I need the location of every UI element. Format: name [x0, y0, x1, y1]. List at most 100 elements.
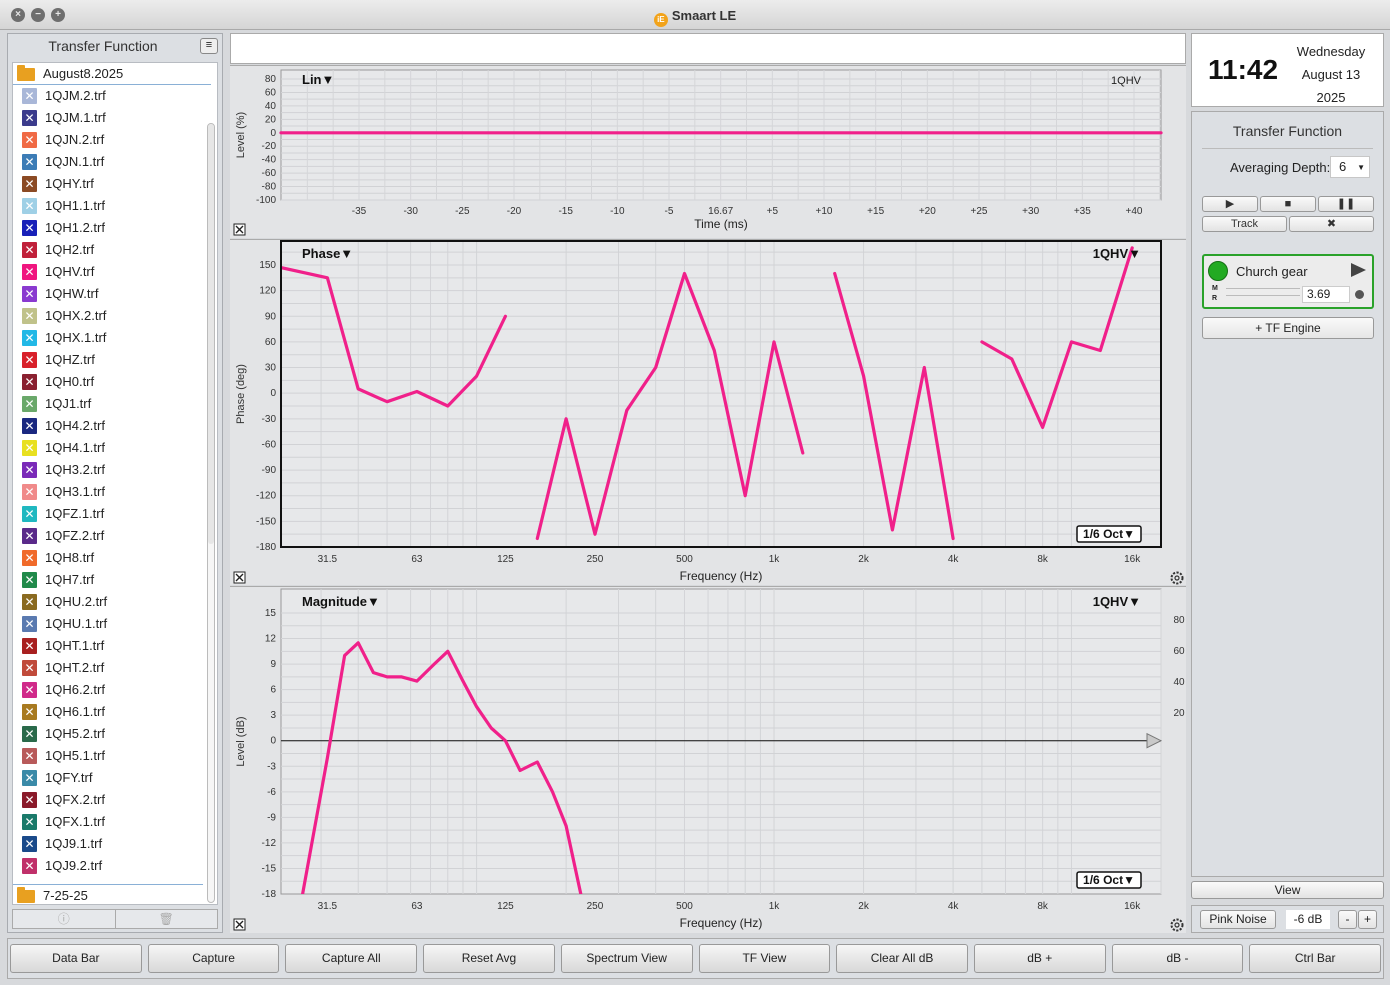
file-item[interactable]: ✕ 1QHW.trf	[13, 283, 217, 305]
trace-file-icon[interactable]: ✕	[22, 88, 37, 104]
command-button-db[interactable]: dB -	[1111, 944, 1244, 973]
command-button-clear-all-db[interactable]: Clear All dB	[836, 944, 968, 973]
trace-file-icon[interactable]: ✕	[22, 704, 37, 720]
averaging-depth-select[interactable]: 6 ▼	[1330, 156, 1370, 178]
file-item[interactable]: ✕ 1QH8.trf	[13, 547, 217, 569]
noise-minus-button[interactable]: -	[1338, 910, 1357, 929]
trace-file-icon[interactable]: ✕	[22, 682, 37, 698]
file-item[interactable]: ✕ 1QH7.trf	[13, 569, 217, 591]
trace-file-icon[interactable]: ✕	[22, 264, 37, 280]
file-item[interactable]: ✕ 1QH6.2.trf	[13, 679, 217, 701]
command-button-tf-view[interactable]: TF View	[698, 944, 831, 973]
file-item[interactable]: ✕ 1QHU.2.trf	[13, 591, 217, 613]
file-item[interactable]: ✕ 1QH5.1.trf	[13, 745, 217, 767]
measurement-engine[interactable]: Church gear M R 3.69	[1202, 254, 1374, 309]
impulse-response-plot[interactable]: 80 60 40 20 0 -20 -40 -60 -80 -100 -35 -30 -25 -20 -15…	[230, 65, 1186, 238]
file-item[interactable]: ✕ 1QJ9.2.trf	[13, 855, 217, 877]
file-item[interactable]: ✕ 1QHZ.trf	[13, 349, 217, 371]
info-icon[interactable]: ⓘ	[13, 910, 116, 928]
trace-file-icon[interactable]: ✕	[22, 198, 37, 214]
trace-file-icon[interactable]: ✕	[22, 506, 37, 522]
magnitude-plot[interactable]: 15 12 9 6 3 0 -3 -6 -9 -12 -15 -18 80 60 40 20 31.5 63 125…	[230, 586, 1186, 933]
file-item[interactable]: ✕ 1QHT.2.trf	[13, 657, 217, 679]
tools-button[interactable]: ✖	[1289, 216, 1374, 232]
trace-file-icon[interactable]: ✕	[22, 352, 37, 368]
trash-icon[interactable]: 🗑	[116, 910, 218, 928]
file-item[interactable]: ✕ 1QH0.trf	[13, 371, 217, 393]
hamburger-icon[interactable]: ≡	[200, 38, 218, 54]
file-item[interactable]: ✕ 1QH1.2.trf	[13, 217, 217, 239]
trace-file-icon[interactable]: ✕	[22, 374, 37, 390]
file-item[interactable]: ✕ 1QH5.2.trf	[13, 723, 217, 745]
command-button-db[interactable]: dB +	[973, 944, 1106, 973]
trace-file-icon[interactable]: ✕	[22, 462, 37, 478]
record-icon[interactable]	[1355, 290, 1364, 299]
engine-play-icon[interactable]	[1351, 263, 1366, 277]
trace-file-icon[interactable]: ✕	[22, 220, 37, 236]
trace-file-icon[interactable]: ✕	[22, 396, 37, 412]
trace-file-icon[interactable]: ✕	[22, 308, 37, 324]
file-item[interactable]: ✕ 1QH4.1.trf	[13, 437, 217, 459]
trace-file-icon[interactable]: ✕	[22, 572, 37, 588]
file-item[interactable]: ✕ 1QHY.trf	[13, 173, 217, 195]
file-item[interactable]: ✕ 1QH4.2.trf	[13, 415, 217, 437]
file-item[interactable]: ✕ 1QJN.1.trf	[13, 151, 217, 173]
trace-file-icon[interactable]: ✕	[22, 814, 37, 830]
file-item[interactable]: ✕ 1QJN.2.trf	[13, 129, 217, 151]
command-button-capture[interactable]: Capture	[147, 944, 280, 973]
file-list[interactable]: August8.2025 ✕ 1QJM.2.trf ✕ 1QJM.1.trf ✕ 1QJN…	[12, 62, 218, 905]
trace-file-icon[interactable]: ✕	[22, 792, 37, 808]
file-item[interactable]: ✕ 1QH3.1.trf	[13, 481, 217, 503]
command-button-spectrum-view[interactable]: Spectrum View	[560, 944, 693, 973]
pink-noise-button[interactable]: Pink Noise	[1200, 910, 1276, 929]
trace-file-icon[interactable]: ✕	[22, 110, 37, 126]
file-item[interactable]: ✕ 1QFZ.2.trf	[13, 525, 217, 547]
noise-level-value[interactable]: -6 dB	[1286, 910, 1330, 929]
file-item[interactable]: ✕ 1QHU.1.trf	[13, 613, 217, 635]
command-button-data-bar[interactable]: Data Bar	[10, 944, 142, 973]
pause-button[interactable]: ❚❚	[1318, 196, 1374, 212]
trace-file-icon[interactable]: ✕	[22, 660, 37, 676]
engine-status-icon[interactable]	[1208, 261, 1228, 281]
add-tf-engine-button[interactable]: + TF Engine	[1202, 317, 1374, 339]
file-item[interactable]: ✕ 1QFZ.1.trf	[13, 503, 217, 525]
trace-file-icon[interactable]: ✕	[22, 594, 37, 610]
trace-file-icon[interactable]: ✕	[22, 748, 37, 764]
track-button[interactable]: Track	[1202, 216, 1287, 232]
file-item[interactable]: ✕ 1QFX.2.trf	[13, 789, 217, 811]
file-item[interactable]: ✕ 1QJ1.trf	[13, 393, 217, 415]
command-button-reset-avg[interactable]: Reset Avg	[423, 944, 555, 973]
trace-file-icon[interactable]: ✕	[22, 770, 37, 786]
file-item[interactable]: ✕ 1QHX.1.trf	[13, 327, 217, 349]
trace-file-icon[interactable]: ✕	[22, 418, 37, 434]
file-item[interactable]: ✕ 1QH1.1.trf	[13, 195, 217, 217]
trace-file-icon[interactable]: ✕	[22, 154, 37, 170]
trace-file-icon[interactable]: ✕	[22, 440, 37, 456]
scrollbar-thumb[interactable]	[208, 124, 214, 544]
file-item[interactable]: ✕ 1QHX.2.trf	[13, 305, 217, 327]
file-item[interactable]: ✕ 1QHT.1.trf	[13, 635, 217, 657]
play-button[interactable]: ▶	[1202, 196, 1258, 212]
trace-file-icon[interactable]: ✕	[22, 484, 37, 500]
file-item[interactable]: ✕ 1QJ9.1.trf	[13, 833, 217, 855]
trace-file-icon[interactable]: ✕	[22, 836, 37, 852]
trace-file-icon[interactable]: ✕	[22, 726, 37, 742]
file-list-scrollbar[interactable]	[207, 123, 215, 903]
trace-file-icon[interactable]: ✕	[22, 330, 37, 346]
noise-plus-button[interactable]: +	[1358, 910, 1377, 929]
trace-file-icon[interactable]: ✕	[22, 242, 37, 258]
stop-button[interactable]: ■	[1260, 196, 1316, 212]
folder-7-25-25[interactable]: 7-25-25	[13, 884, 203, 904]
trace-file-icon[interactable]: ✕	[22, 132, 37, 148]
file-item[interactable]: ✕ 1QFY.trf	[13, 767, 217, 789]
view-button[interactable]: View	[1191, 881, 1384, 899]
trace-file-icon[interactable]: ✕	[22, 176, 37, 192]
trace-file-icon[interactable]: ✕	[22, 858, 37, 874]
phase-plot[interactable]: 150 120 90 60 30 0 -30 -60 -90 -120 -150 -180 31.5 63…	[230, 239, 1186, 585]
trace-file-icon[interactable]: ✕	[22, 286, 37, 302]
file-item[interactable]: ✕ 1QHV.trf	[13, 261, 217, 283]
file-item[interactable]: ✕ 1QJM.1.trf	[13, 107, 217, 129]
engine-level-meter[interactable]	[1226, 288, 1300, 296]
command-button-ctrl-bar[interactable]: Ctrl Bar	[1249, 944, 1382, 973]
folder-august[interactable]: August8.2025	[13, 63, 211, 85]
